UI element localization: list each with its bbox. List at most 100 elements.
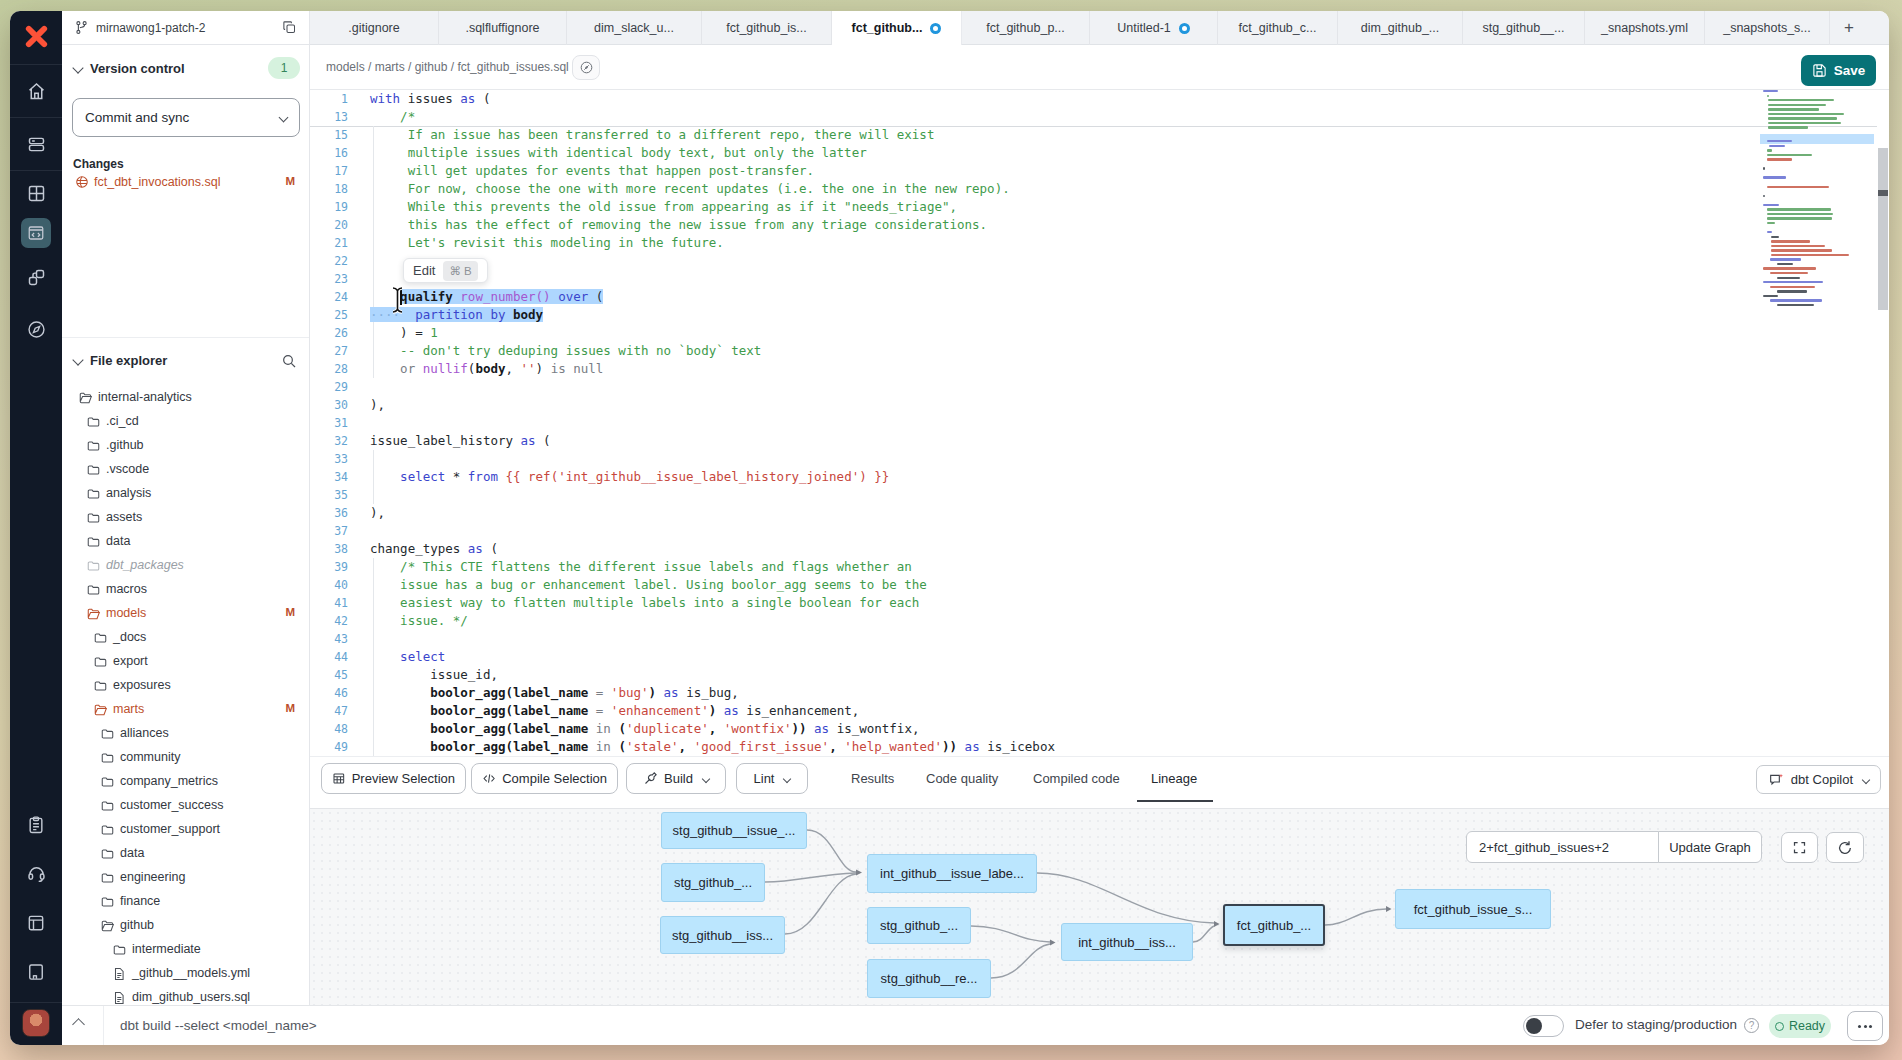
code-line-44[interactable]: 44 select [310, 648, 1889, 666]
more-options-button[interactable] [1847, 1011, 1883, 1041]
code-line-18[interactable]: 18 For now, choose the one with more rec… [310, 180, 1889, 198]
code-line-42[interactable]: 42 issue. */ [310, 612, 1889, 630]
tab-Untitled-1[interactable]: Untitled-1 [1090, 11, 1218, 45]
minimap[interactable] [1760, 90, 1874, 320]
tree-item-.ci_cd[interactable]: .ci_cd [62, 410, 309, 434]
user-avatar[interactable] [22, 1009, 50, 1037]
tree-item-finance[interactable]: finance [62, 890, 309, 914]
code-line-34[interactable]: 34 select * from {{ ref('int_github__iss… [310, 468, 1889, 486]
code-line-30[interactable]: 30), [310, 396, 1889, 414]
lineage-node-stg_github_[interactable]: stg_github_... [867, 907, 971, 944]
code-line-47[interactable]: 47 boolor_agg(label_name = 'enhancement'… [310, 702, 1889, 720]
tree-item-export[interactable]: export [62, 650, 309, 674]
code-line-29[interactable]: 29 [310, 378, 1889, 396]
code-line-40[interactable]: 40 issue has a bug or enhancement label.… [310, 576, 1889, 594]
stack-icon[interactable] [10, 118, 62, 170]
code-line-21[interactable]: 21 Let's revisit this modeling in the fu… [310, 234, 1889, 252]
code-line-26[interactable]: 26 ) = 1 [310, 324, 1889, 342]
commit-and-sync-dropdown[interactable]: Commit and sync [72, 98, 300, 137]
code-line-15[interactable]: 15 If an issue has been transferred to a… [310, 126, 1889, 144]
tab-fct_github_is...[interactable]: fct_github_is... [702, 11, 832, 45]
code-line-1[interactable]: 1with issues as ( [310, 90, 1889, 108]
tree-item-_docs[interactable]: _docs [62, 626, 309, 650]
develop-icon-active[interactable] [10, 215, 62, 251]
preview-selection-button[interactable]: Preview Selection [321, 763, 466, 794]
code-line-20[interactable]: 20 this has the effect of removing the n… [310, 216, 1889, 234]
code-line-35[interactable]: 35 [310, 486, 1889, 504]
tab-dim_github_...[interactable]: dim_github_... [1338, 11, 1463, 45]
refresh-button[interactable] [1826, 832, 1864, 863]
code-line-32[interactable]: 32issue_label_history as ( [310, 432, 1889, 450]
support-icon[interactable] [10, 849, 62, 898]
tree-item-macros[interactable]: macros [62, 578, 309, 602]
tab-stg_github__...[interactable]: stg_github__... [1463, 11, 1585, 45]
results-tab-compiled-code[interactable]: Compiled code [1033, 771, 1120, 786]
tab-.sqlfluffignore[interactable]: .sqlfluffignore [439, 11, 567, 45]
tree-item-.vscode[interactable]: .vscode [62, 458, 309, 482]
home-icon[interactable] [10, 65, 62, 117]
code-line-38[interactable]: 38change_types as ( [310, 540, 1889, 558]
code-line-41[interactable]: 41 easiest way to flatten multiple label… [310, 594, 1889, 612]
code-line-22[interactable]: 22 [310, 252, 1889, 270]
changelog-icon[interactable] [10, 947, 62, 996]
code-line-19[interactable]: 19 While this prevents the old issue fro… [310, 198, 1889, 216]
tree-item-marts[interactable]: martsM [62, 698, 309, 722]
notes-icon[interactable] [10, 800, 62, 849]
tree-item-dbt_packages[interactable]: dbt_packages [62, 554, 309, 578]
tab-fct_github_c...[interactable]: fct_github_c... [1218, 11, 1338, 45]
lineage-selector-input[interactable]: 2+fct_github_issues+2 [1466, 831, 1659, 863]
tab-.gitignore[interactable]: .gitignore [310, 11, 439, 45]
view-docs-button[interactable] [572, 55, 600, 80]
code-line-23[interactable]: 23 [310, 270, 1889, 288]
tree-item-analysis[interactable]: analysis [62, 482, 309, 506]
changed-file-row[interactable]: fct_dbt_invocations.sql M [62, 172, 309, 193]
tab-_snapshots.yml[interactable]: _snapshots.yml [1585, 11, 1705, 45]
code-line-37[interactable]: 37 [310, 522, 1889, 540]
code-line-16[interactable]: 16 multiple issues with identical body t… [310, 144, 1889, 162]
scrollbar-thumb[interactable] [1878, 148, 1888, 310]
code-line-45[interactable]: 45 issue_id, [310, 666, 1889, 684]
command-input[interactable]: dbt build --select <model_name> [120, 1018, 317, 1033]
tree-item-community[interactable]: community [62, 746, 309, 770]
explore-icon[interactable] [10, 303, 62, 355]
code-editor[interactable]: 1with issues as (13 /*15 If an issue has… [310, 90, 1889, 756]
save-button[interactable]: Save [1801, 55, 1876, 86]
code-line-25[interactable]: 25···· partition by body [310, 306, 1889, 324]
new-tab-button[interactable]: + [1830, 11, 1868, 44]
tree-item-customer_support[interactable]: customer_support [62, 818, 309, 842]
lineage-node-int_github__iss[interactable]: int_github__iss... [1061, 923, 1193, 961]
lineage-node-stg_github__issue_[interactable]: stg_github__issue_... [661, 812, 807, 849]
lineage-node-fct_github_issue_s[interactable]: fct_github_issue_s... [1395, 889, 1551, 929]
tree-item-.github[interactable]: .github [62, 434, 309, 458]
search-icon[interactable] [281, 353, 297, 369]
tab-fct_github_p...[interactable]: fct_github_p... [962, 11, 1090, 45]
tree-item-data[interactable]: data [62, 842, 309, 866]
code-line-33[interactable]: 33 [310, 450, 1889, 468]
lineage-node-stg_github_[interactable]: stg_github_... [661, 863, 765, 902]
lineage-node-stg_github__iss[interactable]: stg_github__iss... [660, 916, 785, 954]
expand-command-bar-icon[interactable] [72, 1018, 85, 1031]
orchestrate-icon[interactable] [10, 251, 62, 303]
results-tab-results[interactable]: Results [851, 771, 894, 786]
results-tab-lineage[interactable]: Lineage [1151, 771, 1197, 786]
defer-toggle[interactable] [1523, 1015, 1564, 1037]
version-control-section[interactable]: Version control 1 [62, 59, 309, 81]
code-line-27[interactable]: 27 -- don't try deduping issues with no … [310, 342, 1889, 360]
tree-item-intermediate[interactable]: intermediate [62, 938, 309, 962]
tree-item-exposures[interactable]: exposures [62, 674, 309, 698]
code-line-46[interactable]: 46 boolor_agg(label_name = 'bug') as is_… [310, 684, 1889, 702]
copy-icon[interactable] [282, 20, 297, 35]
code-line-13[interactable]: 13 /* [310, 108, 1889, 126]
code-line-48[interactable]: 48 boolor_agg(label_name in ('duplicate'… [310, 720, 1889, 738]
code-line-49[interactable]: 49 boolor_agg(label_name in ('stale', 'g… [310, 738, 1889, 756]
help-icon[interactable]: ? [1744, 1018, 1759, 1033]
tree-item-internal-analytics[interactable]: internal-analytics [62, 386, 309, 410]
compile-selection-button[interactable]: Compile Selection [471, 763, 618, 794]
branch-header[interactable]: mirnawong1-patch-2 [62, 11, 310, 45]
code-line-36[interactable]: 36), [310, 504, 1889, 522]
file-explorer-section[interactable]: File explorer [62, 351, 309, 373]
tree-item-engineering[interactable]: engineering [62, 866, 309, 890]
code-line-39[interactable]: 39 /* This CTE flattens the different is… [310, 558, 1889, 576]
tree-item-alliances[interactable]: alliances [62, 722, 309, 746]
edit-tooltip[interactable]: Edit ⌘ B [403, 258, 488, 283]
